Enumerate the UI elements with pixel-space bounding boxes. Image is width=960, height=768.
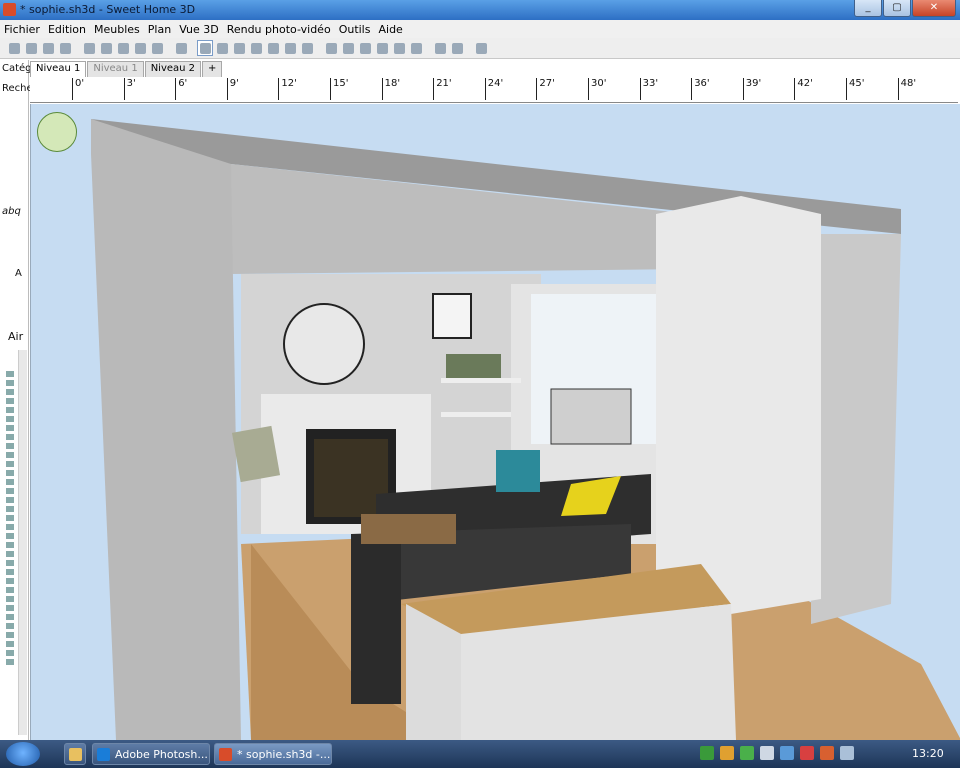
main-toolbar [0, 38, 960, 59]
search-label[interactable]: Reche [2, 83, 33, 94]
copy-icon[interactable] [132, 40, 148, 56]
tab-niveau-1[interactable]: Niveau 1 [30, 61, 87, 77]
ruler-tick: 24' [484, 78, 503, 100]
photoshop-icon [97, 748, 110, 761]
level-tabs: Niveau 1 Niveau 1 Niveau 2 + [30, 61, 223, 77]
nvidia-icon[interactable] [700, 746, 714, 760]
navigation-arrows-icon[interactable] [37, 112, 77, 152]
paste-icon[interactable] [149, 40, 165, 56]
tab-niveau-1-hidden[interactable]: Niveau 1 [87, 61, 144, 77]
security-icon[interactable] [800, 746, 814, 760]
ruler-tick: 12' [278, 78, 297, 100]
toolbar-separator [316, 40, 322, 56]
signal-icon[interactable] [840, 746, 854, 760]
toolbar-separator [190, 40, 196, 56]
furniture-list-scrollbar[interactable] [18, 350, 27, 735]
add-level-button[interactable]: + [202, 61, 223, 77]
ruler-tick: 15' [330, 78, 348, 100]
taskbar-photoshop[interactable]: Adobe Photosh... [92, 743, 210, 765]
menu-fichier[interactable]: Fichier [0, 23, 44, 36]
menu-meubles[interactable]: Meubles [90, 23, 144, 36]
toolbar-separator [466, 40, 472, 56]
tray-app-icon[interactable] [720, 746, 734, 760]
ruler-tick: 18' [381, 78, 400, 100]
tray-alert-icon[interactable] [820, 746, 834, 760]
text-style-2-icon[interactable] [340, 40, 356, 56]
preview-letter: A [15, 268, 22, 279]
create-walls-icon[interactable] [231, 40, 247, 56]
furniture-catalog-pane: Catég Reche abq A Air [0, 60, 33, 740]
menu-rendu[interactable]: Rendu photo-vidéo [223, 23, 335, 36]
ruler-tick: 3' [123, 78, 136, 100]
ruler-tick: 21' [433, 78, 452, 100]
preview-text: abq [2, 206, 21, 217]
cut-prefs-icon[interactable] [57, 40, 73, 56]
ruler-tick: 45' [846, 78, 864, 100]
ruler-tick: 39' [742, 78, 761, 100]
toolbar-separator [74, 40, 80, 56]
create-dimensions-icon[interactable] [282, 40, 298, 56]
photo-icon[interactable] [432, 40, 448, 56]
text-style-1-icon[interactable] [323, 40, 339, 56]
zoom-out-icon[interactable] [408, 40, 424, 56]
ruler-tick: 36' [691, 78, 710, 100]
toolbar-separator [425, 40, 431, 56]
category-label[interactable]: Catég [2, 63, 32, 74]
menu-bar: Fichier Edition Meubles Plan Vue 3D Rend… [0, 20, 960, 38]
3d-scene [31, 104, 960, 740]
menu-edition[interactable]: Edition [44, 23, 90, 36]
pan-icon[interactable] [214, 40, 230, 56]
ruler-tick: 42' [794, 78, 813, 100]
ruler-tick: 27' [536, 78, 555, 100]
ruler-tick: 9' [226, 78, 239, 100]
ruler-tick: 0' [72, 78, 84, 100]
redo-icon[interactable] [98, 40, 114, 56]
ruler-tick: 30' [588, 78, 606, 100]
create-rooms-icon[interactable] [248, 40, 264, 56]
menu-vue-3d[interactable]: Vue 3D [175, 23, 222, 36]
sweet-home-3d-app-icon[interactable] [3, 3, 16, 16]
show-desktop-button[interactable] [64, 743, 86, 765]
update-icon[interactable] [740, 746, 754, 760]
network-icon[interactable] [780, 746, 794, 760]
menu-outils[interactable]: Outils [335, 23, 375, 36]
plan-ruler: 0' 3' 6' 9' 12' 15' 18' 21' 24' 27' 30' 33' 36' 39' 42… [30, 78, 958, 103]
menu-aide[interactable]: Aide [374, 23, 406, 36]
save-icon[interactable] [40, 40, 56, 56]
ruler-tick: 6' [175, 78, 187, 100]
create-polylines-icon[interactable] [265, 40, 281, 56]
window-title: * sophie.sh3d - Sweet Home 3D [20, 3, 196, 16]
maximize-button[interactable]: ▢ [883, 0, 911, 17]
select-icon[interactable] [197, 40, 213, 56]
close-button[interactable]: ✕ [912, 0, 956, 17]
title-bar: * sophie.sh3d - Sweet Home 3D _ ▢ ✕ [0, 0, 960, 20]
cut-icon[interactable] [115, 40, 131, 56]
open-icon[interactable] [23, 40, 39, 56]
clock[interactable]: 13:20 [912, 747, 944, 760]
sweet-home-3d-icon [219, 748, 232, 761]
minimize-button[interactable]: _ [854, 0, 882, 17]
toolbar-separator [166, 40, 172, 56]
menu-plan[interactable]: Plan [144, 23, 175, 36]
help-icon[interactable] [473, 40, 489, 56]
text-style-4-icon[interactable] [374, 40, 390, 56]
ruler-tick: 33' [639, 78, 658, 100]
undo-icon[interactable] [81, 40, 97, 56]
air-label: Air [8, 330, 24, 343]
windows-taskbar: Adobe Photosh... * sophie.sh3d -... 13:2… [0, 740, 960, 768]
add-furniture-icon[interactable] [173, 40, 189, 56]
add-text-icon[interactable] [299, 40, 315, 56]
volume-icon[interactable] [760, 746, 774, 760]
tab-niveau-2[interactable]: Niveau 2 [144, 61, 202, 77]
system-tray [700, 746, 854, 760]
ruler-tick: 48' [897, 78, 916, 100]
new-icon[interactable] [6, 40, 22, 56]
3d-view[interactable] [30, 104, 960, 740]
taskbar-sweet-home-3d[interactable]: * sophie.sh3d -... [214, 743, 332, 765]
text-style-3-icon[interactable] [357, 40, 373, 56]
zoom-in-icon[interactable] [391, 40, 407, 56]
start-button[interactable] [6, 742, 40, 766]
video-icon[interactable] [449, 40, 465, 56]
